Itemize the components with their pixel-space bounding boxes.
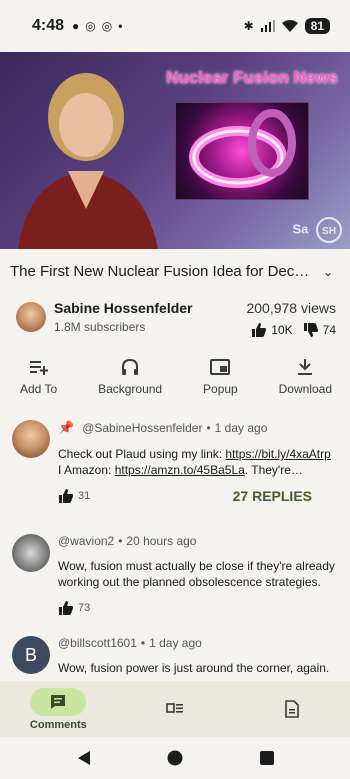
video-title-row[interactable]: The First New Nuclear Fusion Idea for De… <box>0 249 350 280</box>
dislike-count: 74 <box>322 323 336 337</box>
channel-name: Sabine Hossenfelder <box>54 300 193 316</box>
background-button[interactable]: Background <box>98 358 162 396</box>
commenter-avatar[interactable] <box>12 534 50 572</box>
tab-related[interactable] <box>135 695 215 723</box>
comment-like-count: 73 <box>78 602 91 614</box>
comment-time: 1 day ago <box>214 421 268 435</box>
comment-link-amazon[interactable]: https://amzn.to/45Ba5La <box>115 463 245 477</box>
replies-button[interactable]: 27 REPLIES <box>233 488 312 504</box>
comment-link-plaud[interactable]: https://bit.ly/4xaAtrp <box>225 447 330 461</box>
comments-pill <box>30 687 87 716</box>
thumbs-up-icon <box>252 323 267 337</box>
comment-item[interactable]: @wavion2 • 20 hours ago Wow, fusion must… <box>0 534 350 616</box>
commenter-avatar[interactable]: B <box>12 636 50 674</box>
add-to-button[interactable]: Add To <box>20 358 57 396</box>
popup-icon <box>210 359 231 375</box>
headphones-icon <box>122 358 139 375</box>
bottom-nav: Comments <box>0 681 350 737</box>
dot-icon: • <box>118 19 123 33</box>
like-count: 10K <box>271 323 293 337</box>
description-icon <box>284 700 299 718</box>
chevron-down-icon[interactable]: ⌄ <box>318 265 338 279</box>
wifi-icon <box>281 20 298 32</box>
status-time: 4:48 <box>32 17 65 34</box>
presenter-image <box>18 73 158 249</box>
thumbs-up-icon <box>59 601 73 615</box>
like-dislike-row: 10K 74 <box>246 322 336 338</box>
channel-info[interactable]: Sabine Hossenfelder 1.8M subscribers <box>54 300 193 338</box>
tab-description[interactable] <box>252 695 332 723</box>
video-stats: 200,978 views 10K 74 <box>246 300 336 338</box>
back-icon[interactable] <box>77 750 91 766</box>
bluetooth-icon: ✱ <box>243 19 254 33</box>
recents-icon[interactable] <box>259 751 274 765</box>
battery-indicator: 81 <box>304 18 330 34</box>
channel-row: Sabine Hossenfelder 1.8M subscribers 200… <box>0 280 350 338</box>
commenter-avatar[interactable] <box>12 420 50 458</box>
pin-icon: 📌 <box>58 420 75 435</box>
comment-author: @SabineHossenfelder <box>82 421 203 435</box>
separator: • <box>140 636 146 650</box>
fusion-reactor-image <box>175 102 309 200</box>
view-count: 200,978 views <box>246 300 336 316</box>
thumbs-down-icon <box>303 323 318 337</box>
instagram-icon: ◎ <box>85 19 96 33</box>
status-bar: 4:48 ● ◎ ◎ • ✱ 81 <box>0 0 350 52</box>
video-title: The First New Nuclear Fusion Idea for De… <box>10 263 310 280</box>
instagram-icon-2: ◎ <box>101 19 113 33</box>
separator: • <box>206 421 211 435</box>
status-right: ✱ 81 <box>244 18 330 34</box>
popup-label: Popup <box>203 382 238 396</box>
channel-watermark: Sa SH <box>292 217 342 243</box>
comment-text: Wow, fusion must actually be close if th… <box>58 559 335 589</box>
comment-text: Wow, fusion power is just around the cor… <box>58 661 330 675</box>
comment-icon <box>51 694 66 709</box>
comment-like-count: 31 <box>78 490 91 502</box>
signal-icon <box>260 20 275 32</box>
channel-avatar[interactable] <box>16 302 46 332</box>
thumbs-up-icon <box>59 489 73 503</box>
download-icon <box>298 359 313 375</box>
comment-item[interactable]: 📌 @SabineHossenfelder • 1 day ago Check … <box>0 420 350 504</box>
playlist-add-icon <box>29 361 48 375</box>
home-icon[interactable] <box>167 750 183 766</box>
sh-logo-icon: SH <box>316 217 342 243</box>
tab-comments[interactable]: Comments <box>18 687 98 731</box>
svg-text:SH: SH <box>322 226 336 237</box>
video-player[interactable]: Nuclear Fusion News Sa SH <box>0 52 350 249</box>
popup-button[interactable]: Popup <box>203 358 238 396</box>
comment-time: 20 hours ago <box>126 534 197 548</box>
comment-author: @wavion2 <box>58 534 115 548</box>
background-label: Background <box>98 382 163 396</box>
download-button[interactable]: Download <box>279 358 332 396</box>
comment-item[interactable]: B @billscott1601 • 1 day ago Wow, fusion… <box>0 636 350 676</box>
comment-time: 1 day ago <box>149 636 202 650</box>
separator: • <box>118 534 123 548</box>
comment-author: @billscott1601 <box>58 636 137 650</box>
download-label: Download <box>278 382 332 396</box>
action-bar: Add To Background Popup Download <box>0 338 350 396</box>
related-videos-icon <box>166 703 183 713</box>
system-navigation <box>0 737 350 779</box>
notification-icons: ● ◎ ◎ • <box>72 19 122 33</box>
video-overlay-title: Nuclear Fusion News <box>166 68 338 87</box>
comment-text: Check out Plaud using my link: https://b… <box>58 447 331 477</box>
add-to-label: Add To <box>20 382 58 396</box>
comments-tab-label: Comments <box>29 718 87 731</box>
chat-bubble-icon: ● <box>72 19 80 33</box>
subscriber-count: 1.8M subscribers <box>54 320 146 334</box>
